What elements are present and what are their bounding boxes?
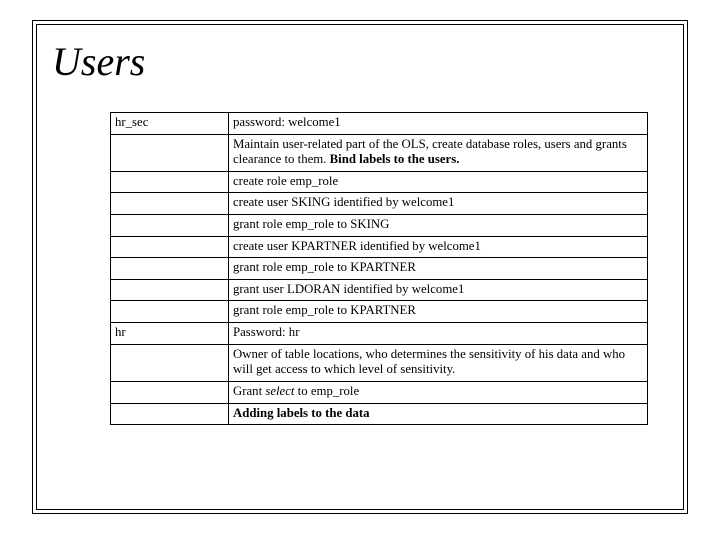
cell-empty [111, 403, 229, 425]
table-row: grant role emp_role to KPARTNER [111, 301, 648, 323]
cell-empty [111, 279, 229, 301]
cell-detail: Adding labels to the data [229, 403, 648, 425]
table-row: Owner of table locations, who determines… [111, 344, 648, 381]
page-title: Users [52, 38, 145, 85]
cell-detail: grant role emp_role to SKING [229, 215, 648, 237]
slide: Users hr_sec password: welcome1 Maintain… [0, 0, 720, 540]
cell-detail: Maintain user-related part of the OLS, c… [229, 134, 648, 171]
table-row: grant role emp_role to KPARTNER [111, 258, 648, 280]
table-row: Grant select to emp_role [111, 381, 648, 403]
text-bold: Adding labels to the data [233, 406, 370, 420]
table-row: hr Password: hr [111, 323, 648, 345]
table-row: Adding labels to the data [111, 403, 648, 425]
text-span: to emp_role [294, 384, 359, 398]
cell-detail: Owner of table locations, who determines… [229, 344, 648, 381]
users-table: hr_sec password: welcome1 Maintain user-… [110, 112, 648, 425]
cell-empty [111, 258, 229, 280]
cell-detail: create user KPARTNER identified by welco… [229, 236, 648, 258]
text-bold: Bind labels to the users. [330, 152, 460, 166]
table-row: grant role emp_role to SKING [111, 215, 648, 237]
table-row: create role emp_role [111, 171, 648, 193]
cell-detail: create role emp_role [229, 171, 648, 193]
text-span: Grant [233, 384, 265, 398]
cell-empty [111, 193, 229, 215]
cell-empty [111, 381, 229, 403]
cell-detail: Password: hr [229, 323, 648, 345]
cell-empty [111, 344, 229, 381]
cell-empty [111, 301, 229, 323]
cell-detail: grant user LDORAN identified by welcome1 [229, 279, 648, 301]
cell-user: hr_sec [111, 113, 229, 135]
cell-detail: password: welcome1 [229, 113, 648, 135]
table-row: Maintain user-related part of the OLS, c… [111, 134, 648, 171]
table-row: create user SKING identified by welcome1 [111, 193, 648, 215]
cell-empty [111, 215, 229, 237]
users-table-wrap: hr_sec password: welcome1 Maintain user-… [110, 112, 648, 425]
table-row: hr_sec password: welcome1 [111, 113, 648, 135]
cell-empty [111, 134, 229, 171]
table-row: grant user LDORAN identified by welcome1 [111, 279, 648, 301]
cell-detail: Grant select to emp_role [229, 381, 648, 403]
cell-detail: create user SKING identified by welcome1 [229, 193, 648, 215]
cell-detail: grant role emp_role to KPARTNER [229, 258, 648, 280]
text-italic: select [265, 384, 294, 398]
cell-detail: grant role emp_role to KPARTNER [229, 301, 648, 323]
cell-user: hr [111, 323, 229, 345]
table-row: create user KPARTNER identified by welco… [111, 236, 648, 258]
cell-empty [111, 171, 229, 193]
cell-empty [111, 236, 229, 258]
